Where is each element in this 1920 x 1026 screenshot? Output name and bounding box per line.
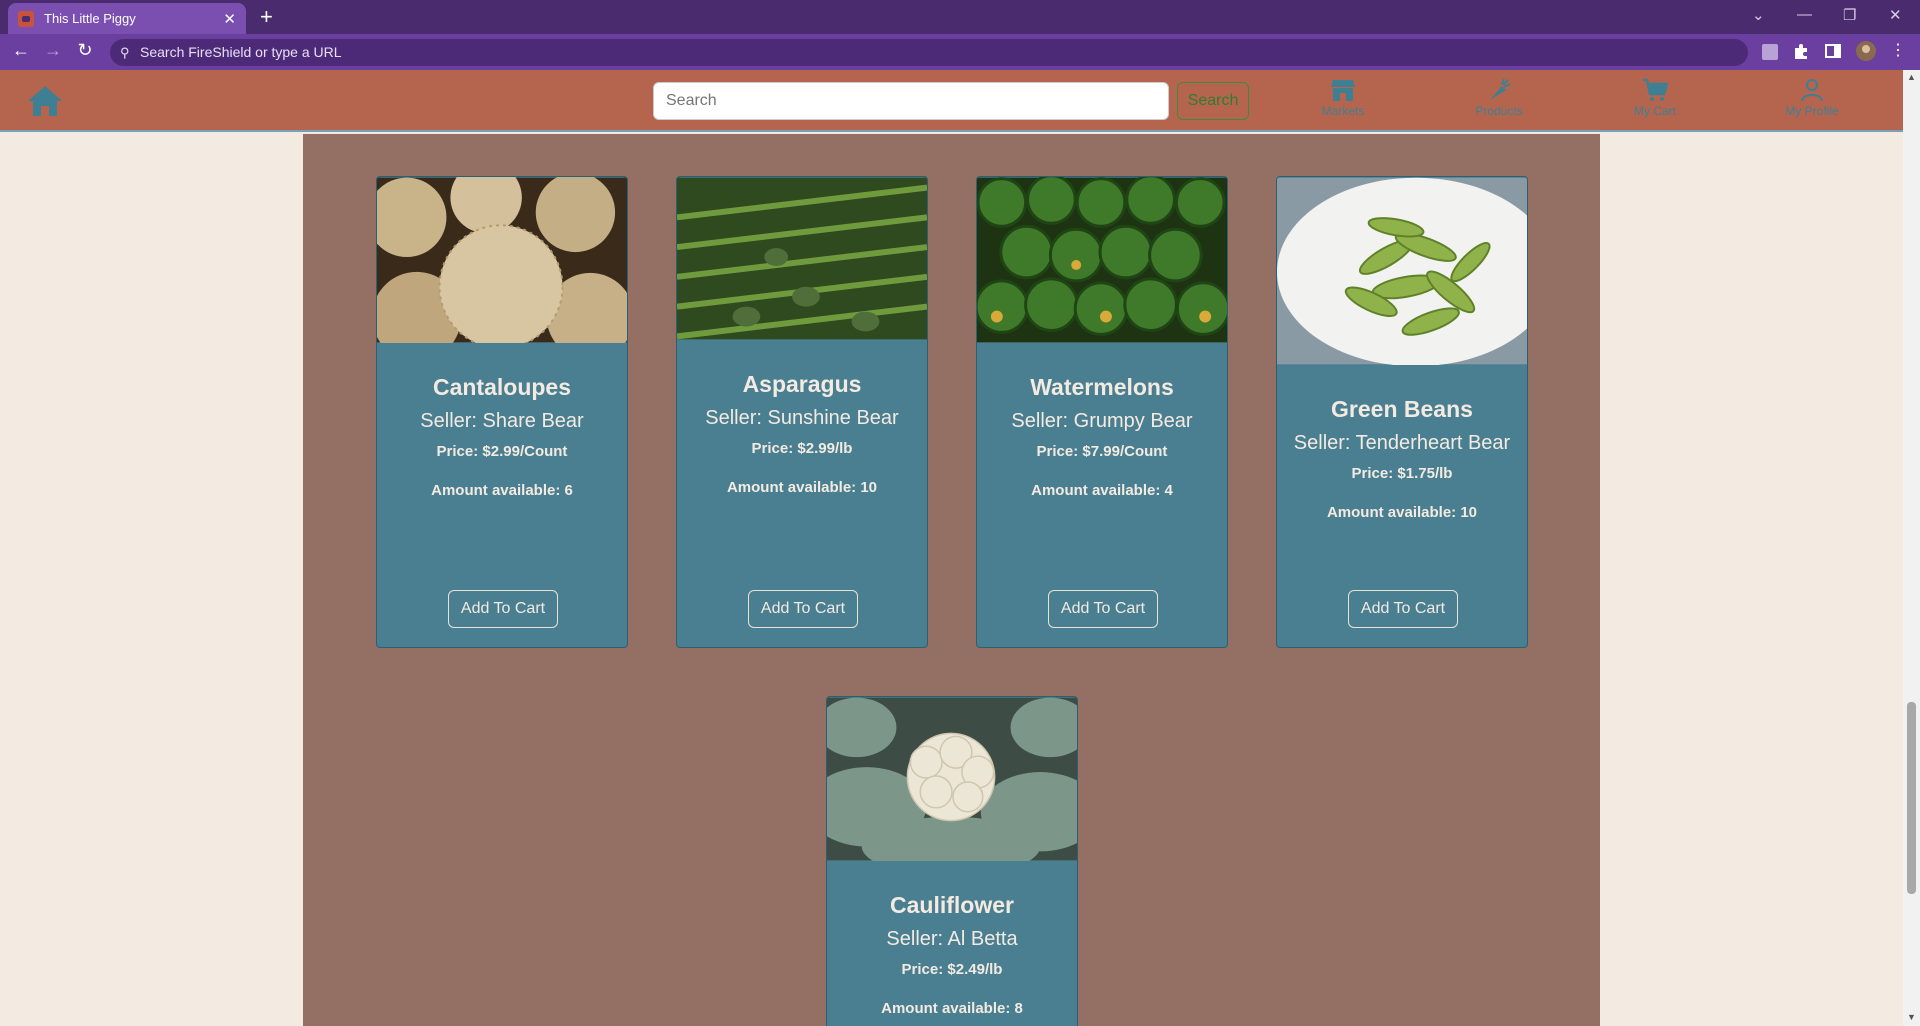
home-icon[interactable] bbox=[26, 84, 64, 118]
product-card: Green Beans Seller: Tenderheart Bear Pri… bbox=[1276, 176, 1528, 648]
product-card: Cauliflower Seller: Al Betta Price: $2.4… bbox=[826, 696, 1078, 1026]
close-window-button[interactable]: ✕ bbox=[1889, 6, 1902, 24]
product-price: Price: $7.99/Count bbox=[1036, 443, 1168, 460]
nav-products[interactable]: Products bbox=[1439, 78, 1559, 118]
product-price: Price: $1.75/lb bbox=[1351, 465, 1453, 482]
product-name: Green Beans bbox=[1331, 396, 1473, 422]
tab-close-icon[interactable]: ✕ bbox=[223, 10, 236, 28]
search-icon: ⚲ bbox=[120, 45, 130, 60]
sidebar-icon[interactable] bbox=[1824, 42, 1842, 60]
add-to-cart-button[interactable]: Add To Cart bbox=[1348, 590, 1458, 628]
product-seller: Seller: Tenderheart Bear bbox=[1293, 432, 1511, 454]
puzzle-icon[interactable] bbox=[1792, 42, 1810, 60]
product-amount: Amount available: 4 bbox=[1031, 482, 1173, 499]
cauliflower-image bbox=[827, 697, 1077, 877]
nav-products-label: Products bbox=[1475, 104, 1523, 118]
product-seller: Seller: Grumpy Bear bbox=[1011, 410, 1193, 432]
product-seller: Seller: Al Betta bbox=[886, 928, 1018, 950]
nav-profile[interactable]: My Profile bbox=[1752, 78, 1872, 118]
scroll-up-arrow-icon[interactable]: ▲ bbox=[1907, 72, 1916, 82]
product-amount: Amount available: 10 bbox=[1326, 504, 1478, 521]
product-seller: Seller: Sunshine Bear bbox=[705, 407, 899, 429]
store-icon bbox=[1331, 80, 1355, 101]
browser-tab[interactable]: This Little Piggy ✕ bbox=[8, 3, 246, 34]
browser-menu-icon[interactable]: ⋮ bbox=[1886, 40, 1910, 60]
pig-favicon-icon bbox=[18, 10, 34, 27]
product-card: Watermelons Seller: Grumpy Bear Price: $… bbox=[976, 176, 1228, 648]
product-name: Watermelons bbox=[1030, 374, 1174, 400]
address-placeholder: Search FireShield or type a URL bbox=[140, 44, 342, 60]
restore-button[interactable]: ❐ bbox=[1843, 6, 1856, 24]
avatar[interactable] bbox=[1856, 41, 1876, 61]
scroll-down-arrow-icon[interactable]: ▼ bbox=[1907, 1012, 1916, 1022]
add-to-cart-button[interactable]: Add To Cart bbox=[448, 590, 558, 628]
search-button[interactable]: Search bbox=[1177, 82, 1249, 120]
product-amount: Amount available: 6 bbox=[431, 482, 573, 499]
product-price: Price: $2.99/lb bbox=[751, 440, 853, 457]
cantaloupe-image bbox=[377, 177, 627, 362]
product-card: Asparagus Seller: Sunshine Bear Price: $… bbox=[676, 176, 928, 648]
back-button[interactable]: ← bbox=[9, 40, 33, 61]
nav-markets-label: Markets bbox=[1321, 104, 1365, 118]
user-icon bbox=[1801, 79, 1823, 102]
product-price: Price: $2.99/Count bbox=[436, 443, 568, 460]
nav-markets[interactable]: Markets bbox=[1283, 78, 1403, 118]
watermelon-image bbox=[977, 177, 1227, 343]
product-amount: Amount available: 8 bbox=[881, 1000, 1023, 1017]
minimize-button[interactable]: — bbox=[1797, 6, 1812, 23]
forward-button[interactable]: → bbox=[41, 40, 65, 61]
site-header: Search Markets Products My Cart My Profi… bbox=[0, 70, 1903, 132]
product-name: Cauliflower bbox=[890, 892, 1014, 918]
product-seller: Seller: Share Bear bbox=[420, 410, 584, 432]
nav-profile-label: My Profile bbox=[1785, 104, 1839, 118]
tab-title: This Little Piggy bbox=[44, 11, 136, 26]
scrollbar-thumb[interactable] bbox=[1907, 702, 1916, 894]
search-input[interactable] bbox=[653, 82, 1169, 120]
browser-toolbar: ← → ↻ ⚲ Search FireShield or type a URL … bbox=[0, 34, 1920, 70]
tab-search-chevron-icon[interactable]: ⌄ bbox=[1752, 6, 1765, 24]
add-to-cart-button[interactable]: Add To Cart bbox=[1048, 590, 1158, 628]
product-amount: Amount available: 10 bbox=[726, 479, 878, 496]
new-tab-button[interactable]: + bbox=[260, 4, 273, 30]
page-scrollbar[interactable]: ▲ ▼ bbox=[1903, 70, 1920, 1026]
nav-cart-label: My Cart bbox=[1634, 104, 1676, 118]
cart-icon bbox=[1643, 78, 1668, 101]
product-grid: Cantaloupes Seller: Share Bear Price: $2… bbox=[303, 134, 1600, 1026]
extension-square-icon[interactable] bbox=[1762, 44, 1778, 60]
product-price: Price: $2.49/lb bbox=[901, 961, 1003, 978]
product-name: Asparagus bbox=[742, 371, 862, 397]
browser-tab-bar: This Little Piggy ✕ + ⌄ — ❐ ✕ bbox=[0, 0, 1920, 34]
carrot-icon bbox=[1490, 78, 1511, 100]
reload-button[interactable]: ↻ bbox=[73, 40, 97, 61]
asparagus-image bbox=[677, 177, 927, 340]
nav-cart[interactable]: My Cart bbox=[1595, 78, 1715, 118]
address-bar[interactable]: ⚲ Search FireShield or type a URL bbox=[110, 39, 1748, 66]
product-card: Cantaloupes Seller: Share Bear Price: $2… bbox=[376, 176, 628, 648]
green-beans-image bbox=[1277, 177, 1527, 367]
add-to-cart-button[interactable]: Add To Cart bbox=[748, 590, 858, 628]
product-name: Cantaloupes bbox=[432, 374, 572, 400]
